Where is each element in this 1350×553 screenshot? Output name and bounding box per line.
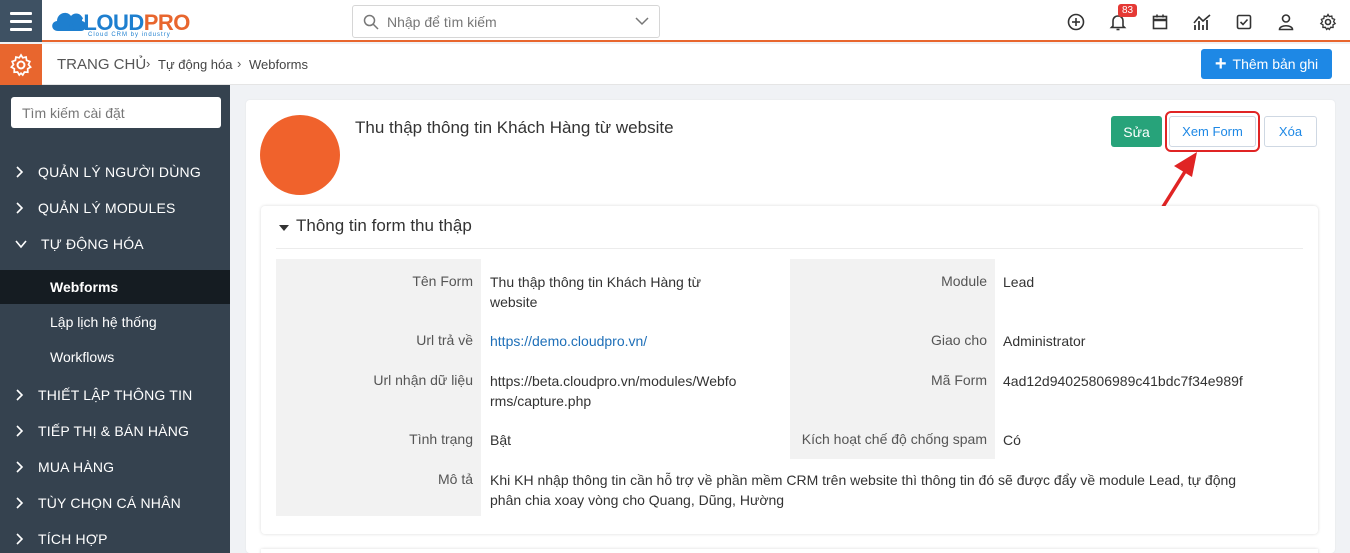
sidebar-subitem-webforms[interactable]: Webforms (0, 270, 230, 304)
field-label-form-name: Tên Form (412, 273, 473, 289)
field-label-antispam: Kích hoạt chế độ chống spam (801, 431, 987, 447)
chevron-down-icon[interactable] (635, 16, 649, 26)
sidebar-item-modules[interactable]: QUẢN LÝ MODULES (0, 191, 230, 225)
search-input[interactable] (387, 12, 627, 32)
label-column-right (790, 259, 995, 459)
record-avatar (260, 115, 340, 195)
chevron-right-icon: › (146, 56, 151, 71)
breadcrumb-item-webforms[interactable]: Webforms (249, 57, 308, 72)
chevron-right-icon (16, 533, 24, 545)
field-value-capture-url: https://beta.cloudpro.vn/modules/Webfo r… (490, 373, 737, 409)
next-section-card (261, 549, 1318, 553)
calendar-icon[interactable] (1149, 11, 1171, 33)
sidebar-item-integration[interactable]: TÍCH HỢP (0, 522, 230, 553)
plus-circle-icon[interactable] (1065, 11, 1087, 33)
sidebar-item-label: TIẾP THỊ & BÁN HÀNG (38, 423, 190, 439)
view-form-button[interactable]: Xem Form (1169, 116, 1256, 147)
sidebar-item-automation[interactable]: TỰ ĐỘNG HÓA (0, 227, 230, 261)
sidebar-item-label: TỰ ĐỘNG HÓA (41, 236, 144, 252)
checkbox-icon[interactable] (1233, 11, 1255, 33)
search-icon (363, 14, 379, 30)
field-label-form-code: Mã Form (931, 372, 987, 388)
settings-gear-icon[interactable] (1317, 11, 1339, 33)
sidebar-subitem-workflows[interactable]: Workflows (0, 340, 230, 374)
global-search[interactable] (352, 5, 660, 38)
field-value-assigned-to: Administrator (1003, 333, 1086, 349)
chevron-right-icon (16, 166, 24, 178)
sidebar-item-label: TÙY CHỌN CÁ NHÂN (38, 495, 181, 511)
notification-badge: 83 (1118, 4, 1138, 17)
chevron-right-icon (16, 425, 24, 437)
sidebar-item-info-setup[interactable]: THIẾT LẬP THÔNG TIN (0, 378, 230, 412)
plus-icon: + (1214, 53, 1227, 75)
field-label-status: Tình trạng (409, 431, 473, 447)
menu-toggle-icon[interactable] (0, 0, 42, 42)
field-label-return-url: Url trả về (416, 332, 473, 348)
field-label-capture-url: Url nhận dữ liệu (373, 372, 473, 388)
sidebar-item-label: TÍCH HỢP (38, 531, 108, 547)
field-value-status: Bật (490, 432, 512, 448)
caret-down-icon[interactable] (278, 224, 290, 232)
sidebar-item-label: QUẢN LÝ NGƯỜI DÙNG (38, 164, 201, 180)
chevron-down-icon (14, 240, 27, 249)
sidebar-item-marketing-sales[interactable]: TIẾP THỊ & BÁN HÀNG (0, 414, 230, 448)
field-label-module: Module (941, 273, 987, 289)
chart-icon[interactable] (1191, 11, 1213, 33)
chevron-right-icon (16, 461, 24, 473)
sidebar-item-label: THIẾT LẬP THÔNG TIN (38, 387, 193, 403)
chevron-right-icon (16, 497, 24, 509)
field-value-form-code: 4ad12d94025806989c41bdc7f34e989f (1003, 373, 1243, 389)
cloudpro-logo[interactable]: CLOUDPRO Cloud CRM by industry (48, 5, 200, 39)
top-navbar: CLOUDPRO Cloud CRM by industry 83 (0, 0, 1350, 42)
settings-search-input[interactable] (11, 97, 221, 128)
section-title: Thông tin form thu thập (296, 216, 472, 235)
logo-tagline: Cloud CRM by industry (88, 32, 171, 38)
sidebar-item-user-management[interactable]: QUẢN LÝ NGƯỜI DÙNG (0, 155, 230, 189)
section-divider (276, 248, 1303, 249)
field-label-assigned-to: Giao cho (930, 332, 987, 348)
chevron-right-icon (16, 202, 24, 214)
sidebar-item-purchasing[interactable]: MUA HÀNG (0, 450, 230, 484)
chevron-right-icon: › (237, 56, 242, 71)
field-value-description: Khi KH nhập thông tin cần hỗ trợ về phần… (490, 472, 1237, 508)
chevron-right-icon (16, 389, 24, 401)
field-value-antispam: Có (1003, 432, 1021, 448)
field-value-form-name: Thu thập thông tin Khách Hàng từ website (490, 274, 701, 310)
settings-gear-icon[interactable] (0, 44, 42, 85)
field-value-return-url[interactable]: https://demo.cloudpro.vn/ (490, 331, 647, 351)
breadcrumb-bar: TRANG CHỦ › Tự động hóa › Webforms + Thê… (0, 44, 1350, 85)
breadcrumb-home[interactable]: TRANG CHỦ (57, 56, 146, 73)
add-record-label: Thêm bản ghi (1232, 56, 1319, 72)
field-label-description: Mô tả (437, 471, 473, 487)
field-value-module: Lead (1003, 274, 1035, 290)
sidebar-item-personal-options[interactable]: TÙY CHỌN CÁ NHÂN (0, 486, 230, 520)
sidebar-subitem-scheduler[interactable]: Lập lịch hệ thống (0, 305, 230, 339)
add-record-button[interactable]: + Thêm bản ghi (1201, 49, 1332, 79)
breadcrumb-item-automation[interactable]: Tự động hóa (158, 57, 232, 72)
edit-button[interactable]: Sửa (1111, 116, 1162, 147)
user-icon[interactable] (1275, 11, 1297, 33)
delete-button[interactable]: Xóa (1264, 116, 1317, 147)
sidebar-item-label: QUẢN LÝ MODULES (38, 200, 176, 216)
sidebar-item-label: MUA HÀNG (38, 459, 115, 475)
record-title: Thu thập thông tin Khách Hàng từ website (355, 118, 674, 137)
